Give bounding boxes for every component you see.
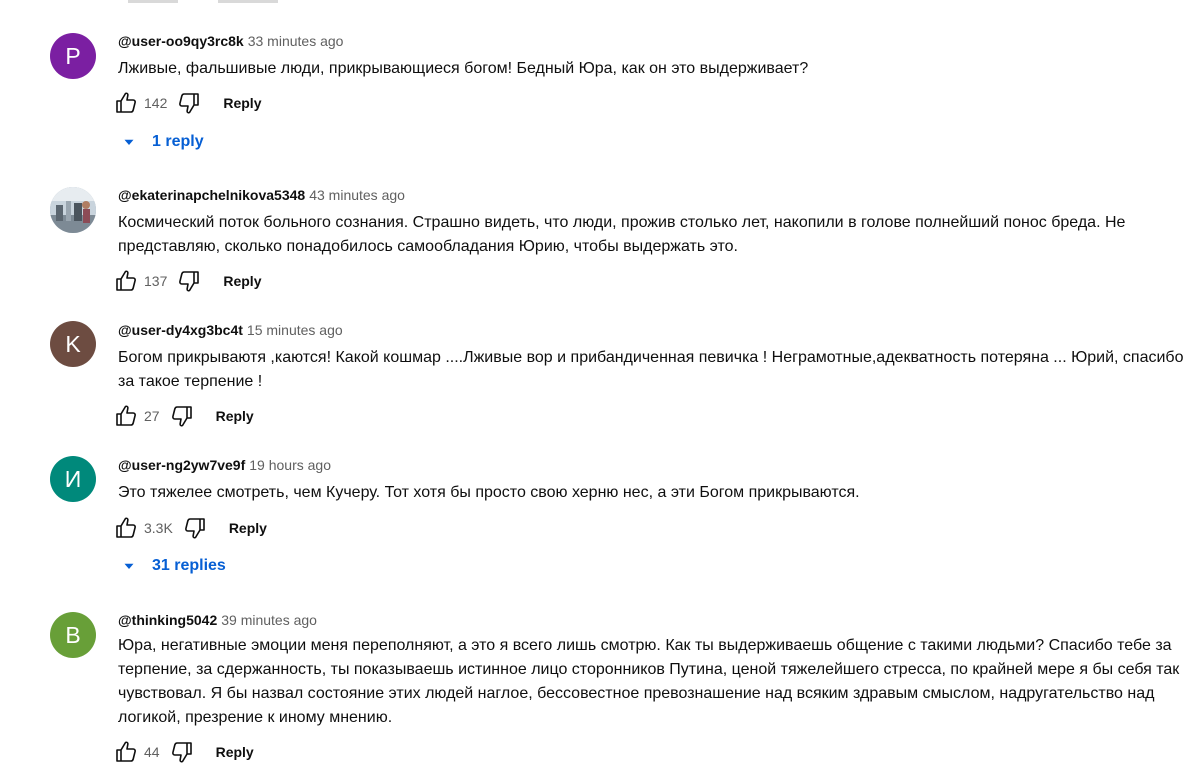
comment-text: Это тяжелее смотреть, чем Кучеру. Тот хо… <box>118 484 860 501</box>
thumbs-down-icon[interactable] <box>175 89 203 117</box>
comment-text: Космический поток больного сознания. Стр… <box>118 214 1126 255</box>
comment-actions: 137 Reply <box>112 267 261 295</box>
view-replies-button[interactable]: 1 reply <box>120 133 204 151</box>
thumbs-down-icon[interactable] <box>168 402 196 430</box>
comment-header: @thinking5042 39 minutes ago <box>118 611 317 629</box>
comment-author[interactable]: @user-oo9qy3rc8k <box>118 33 244 49</box>
avatar[interactable] <box>50 187 96 233</box>
comment-actions: 3.3K Reply <box>112 514 267 542</box>
comment-actions: 44 Reply <box>112 738 254 766</box>
comment-text: Богом прикрываютя ,каются! Какой кошмар … <box>118 349 1184 390</box>
like-count: 137 <box>144 273 168 289</box>
avatar-letter: P <box>65 42 81 69</box>
thumbs-up-icon[interactable] <box>112 514 140 542</box>
comment-header: @ekaterinapchelnikova5348 43 minutes ago <box>118 186 405 204</box>
avatar[interactable]: K <box>50 321 96 367</box>
comment-header: @user-dy4xg3bc4t 15 minutes ago <box>118 321 343 339</box>
avatar[interactable]: И <box>50 456 96 502</box>
comment-time[interactable]: 15 minutes ago <box>247 322 343 338</box>
reply-button[interactable]: Reply <box>229 520 267 536</box>
reply-button[interactable]: Reply <box>216 408 254 424</box>
profile-photo-icon <box>50 187 96 233</box>
comment-time[interactable]: 39 minutes ago <box>221 612 317 628</box>
like-count: 27 <box>144 408 160 424</box>
replies-count-label: 31 replies <box>152 557 226 574</box>
reply-button[interactable]: Reply <box>216 744 254 760</box>
comment-time[interactable]: 33 minutes ago <box>248 33 344 49</box>
replies-count-label: 1 reply <box>152 133 204 150</box>
reply-button[interactable]: Reply <box>223 273 261 289</box>
comment-author[interactable]: @thinking5042 <box>118 612 217 628</box>
comment-header: @user-oo9qy3rc8k 33 minutes ago <box>118 32 343 50</box>
avatar-letter: И <box>64 465 82 492</box>
thumbs-down-icon[interactable] <box>181 514 209 542</box>
thumbs-up-icon[interactable] <box>112 738 140 766</box>
view-replies-button[interactable]: 31 replies <box>120 557 226 575</box>
caret-down-icon <box>120 133 138 151</box>
avatar-letter: K <box>65 330 81 357</box>
caret-down-icon <box>120 557 138 575</box>
thumbs-up-icon[interactable] <box>112 267 140 295</box>
thumbs-down-icon[interactable] <box>168 738 196 766</box>
like-count: 142 <box>144 95 168 111</box>
comment-time[interactable]: 43 minutes ago <box>309 187 405 203</box>
avatar[interactable]: B <box>50 612 96 658</box>
comment-actions: 27 Reply <box>112 402 254 430</box>
comment-actions: 142 Reply <box>112 89 261 117</box>
thumbs-up-icon[interactable] <box>112 89 140 117</box>
comment-author[interactable]: @user-dy4xg3bc4t <box>118 322 243 338</box>
thumbs-up-icon[interactable] <box>112 402 140 430</box>
reply-button[interactable]: Reply <box>223 95 261 111</box>
comment-header: @user-ng2yw7ve9f 19 hours ago <box>118 456 331 474</box>
like-count: 3.3K <box>144 520 173 536</box>
like-count: 44 <box>144 744 160 760</box>
comment-author[interactable]: @ekaterinapchelnikova5348 <box>118 187 305 203</box>
avatar[interactable]: P <box>50 33 96 79</box>
comment-author[interactable]: @user-ng2yw7ve9f <box>118 457 245 473</box>
thumbs-down-icon[interactable] <box>175 267 203 295</box>
comment-text: Лживые, фальшивые люди, прикрывающиеся б… <box>118 60 809 77</box>
avatar-letter: B <box>65 621 81 648</box>
comment-text: Юра, негативные эмоции меня переполняют,… <box>118 637 1180 726</box>
comment-time[interactable]: 19 hours ago <box>249 457 331 473</box>
previous-content-edge <box>0 0 1197 3</box>
